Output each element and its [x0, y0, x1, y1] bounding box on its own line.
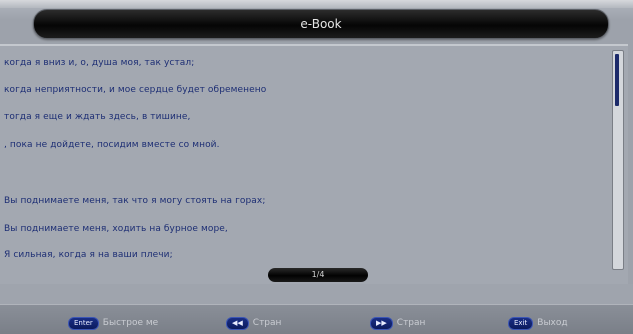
hint-label: Стран	[252, 318, 282, 328]
text-line: Я сильная, когда я на ваши плечи;	[4, 250, 173, 260]
text-line: Вы поднимаете меня, так что я могу стоят…	[4, 196, 266, 206]
hint-label: Стран	[396, 318, 426, 328]
text-line: когда неприятности, и мое сердце будет о…	[4, 85, 267, 95]
footer-hints: Enter Быстрое ме ◀◀ Стран ▶▶ Стран Exit …	[0, 304, 633, 334]
page-indicator: 1/4	[268, 268, 368, 282]
fast-forward-icon: ▶▶	[370, 316, 393, 330]
exit-key-icon: Exit	[508, 316, 534, 330]
rewind-icon: ◀◀	[226, 316, 249, 330]
text-line: Вы поднимаете меня, ходить на бурное мор…	[4, 224, 228, 234]
scrollbar-thumb[interactable]	[615, 54, 619, 106]
vertical-scrollbar[interactable]	[612, 50, 624, 270]
text-line: когда я вниз и, о, душа моя, так устал;	[4, 58, 195, 68]
hint-exit[interactable]: Exit Выход	[508, 316, 568, 330]
title-bar: e-Book	[33, 9, 609, 39]
text-line: тогда я еще и ждать здесь, в тишине,	[4, 112, 191, 122]
window-title: e-Book	[300, 17, 342, 31]
text-line: , пока не дойдете, посидим вместе со мно…	[4, 140, 220, 150]
hint-quick-menu[interactable]: Enter Быстрое ме	[68, 316, 159, 330]
text-content-area: когда я вниз и, о, душа моя, так устал; …	[0, 44, 628, 285]
ebook-screen: e-Book когда я вниз и, о, душа моя, так …	[0, 0, 633, 334]
top-band	[0, 0, 633, 8]
hint-next-page[interactable]: ▶▶ Стран	[370, 316, 426, 330]
hint-label: Выход	[537, 318, 568, 328]
status-band	[0, 284, 633, 304]
hint-label: Быстрое ме	[102, 318, 159, 328]
enter-key-icon: Enter	[68, 316, 99, 330]
hint-prev-page[interactable]: ◀◀ Стран	[226, 316, 282, 330]
